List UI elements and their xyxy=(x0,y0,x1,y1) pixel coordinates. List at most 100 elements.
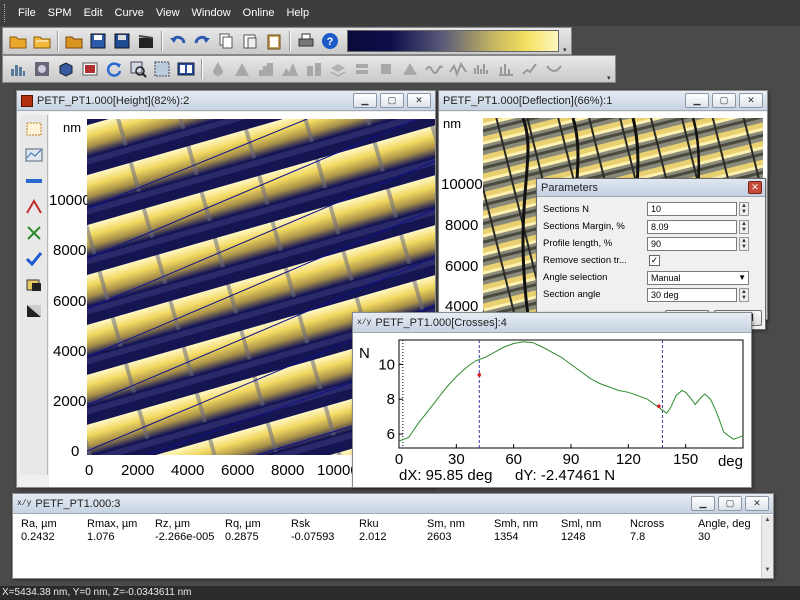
open-folder-icon[interactable] xyxy=(7,30,29,52)
check-icon[interactable] xyxy=(23,249,45,269)
parameters-title: Parameters xyxy=(541,181,598,194)
angle-selection-dropdown[interactable]: Manual ▼ xyxy=(647,271,749,285)
scroll-up-icon[interactable]: ▲ xyxy=(763,517,772,526)
redo-icon[interactable] xyxy=(191,30,213,52)
scroll-down-icon[interactable]: ▼ xyxy=(763,567,772,576)
curve-fit-icon xyxy=(543,58,565,80)
stats-window-icon: x/y xyxy=(17,499,32,508)
minimize-button[interactable]: ▁ xyxy=(691,496,715,511)
stats-titlebar[interactable]: x/y PETF_PT1.000:3 ▁ ▢ ✕ xyxy=(13,494,773,514)
stat-value: 1248 xyxy=(561,531,586,543)
layers-icon xyxy=(327,58,349,80)
y-tick-label: 6 xyxy=(387,426,395,443)
image-icon[interactable] xyxy=(79,58,101,80)
folder-icon[interactable] xyxy=(63,30,85,52)
section-angle-spinner[interactable]: ▲ ▼ xyxy=(739,288,749,302)
parameters-titlebar[interactable]: Parameters ✕ xyxy=(537,179,765,197)
menu-window[interactable]: Window xyxy=(186,0,237,26)
toolbar-overflow-icon[interactable]: ▾ xyxy=(563,46,569,54)
maximize-button[interactable]: ▢ xyxy=(380,93,404,108)
filter-icon[interactable] xyxy=(31,58,53,80)
minimize-button[interactable]: ▁ xyxy=(685,93,709,108)
stats-scrollbar[interactable]: ▲ ▼ xyxy=(761,515,773,578)
param-label: Section angle xyxy=(543,289,601,300)
maximize-button[interactable]: ▢ xyxy=(718,496,742,511)
paste-icon[interactable] xyxy=(239,30,261,52)
peak-icon xyxy=(231,58,253,80)
cursor-markers xyxy=(477,373,661,408)
height-x-tick: 8000 xyxy=(271,462,305,479)
print-icon[interactable] xyxy=(295,30,317,52)
menu-spm[interactable]: SPM xyxy=(42,0,78,26)
height-y-tick: 10000 xyxy=(49,192,91,209)
deflection-title: PETF_PT1.000[Deflection](66%):1 xyxy=(443,94,613,107)
cube-icon[interactable] xyxy=(55,58,77,80)
menu-online[interactable]: Online xyxy=(237,0,281,26)
image-tool-palette xyxy=(20,115,48,475)
statistics-window: x/y PETF_PT1.000:3 ▁ ▢ ✕ Ra, µm 0.2432 Rma… xyxy=(12,493,774,579)
deflection-titlebar[interactable]: PETF_PT1.000[Deflection](66%):1 ▁ ▢ ✕ xyxy=(439,91,767,111)
save-icon[interactable] xyxy=(87,30,109,52)
deflection-y-tick: 8000 xyxy=(445,217,479,234)
param-label: Profile length, % xyxy=(543,238,613,249)
profile-length-spinner[interactable]: ▲ ▼ xyxy=(739,237,749,251)
stat-column-header: Sm, nm xyxy=(427,518,465,530)
menu-file[interactable]: File xyxy=(12,0,42,26)
pyramid-icon xyxy=(399,58,421,80)
close-button[interactable]: ✕ xyxy=(748,181,762,194)
menu-edit[interactable]: Edit xyxy=(78,0,109,26)
contrast-icon[interactable] xyxy=(23,301,45,321)
sections-margin-spinner[interactable]: ▲ ▼ xyxy=(739,220,749,234)
undo-icon[interactable] xyxy=(167,30,189,52)
copy-icon[interactable] xyxy=(215,30,237,52)
menu-view[interactable]: View xyxy=(150,0,186,26)
zoom-image-icon[interactable] xyxy=(127,58,149,80)
remove-trend-checkbox[interactable]: ✓ xyxy=(649,255,660,266)
profile-length-input[interactable]: 90 xyxy=(647,237,737,251)
spectrum-icon xyxy=(471,58,493,80)
toolbar-separator xyxy=(289,31,291,51)
profile-icon[interactable] xyxy=(23,145,45,165)
crosses-title: PETF_PT1.000[Crosses]:4 xyxy=(375,316,507,329)
y-tick-label: 8 xyxy=(387,391,395,408)
sections-margin-input[interactable]: 8.09 xyxy=(647,220,737,234)
angle-icon[interactable] xyxy=(23,197,45,217)
crosses-titlebar[interactable]: x/y PETF_PT1.000[Crosses]:4 xyxy=(353,313,751,333)
stat-column-header: Smh, nm xyxy=(494,518,539,530)
height-y-unit: nm xyxy=(63,120,82,135)
help-icon[interactable]: ? xyxy=(319,30,341,52)
height-titlebar[interactable]: PETF_PT1.000[Height](82%):2 ▁ ▢ ✕ xyxy=(17,91,435,111)
mask-icon[interactable] xyxy=(23,275,45,295)
histogram-icon[interactable] xyxy=(7,58,29,80)
save-all-icon[interactable] xyxy=(111,30,133,52)
crosses-chart[interactable]: N deg 0 30 60 90 120 150 6 8 10 dX: 95.85 deg d… xyxy=(353,334,751,487)
open-recent-icon[interactable] xyxy=(31,30,53,52)
menu-help[interactable]: Help xyxy=(280,0,315,26)
menu-curve[interactable]: Curve xyxy=(109,0,150,26)
multi-profile-icon[interactable] xyxy=(23,223,45,243)
clapper-icon[interactable] xyxy=(135,30,157,52)
maximize-button[interactable]: ▢ xyxy=(712,93,736,108)
close-button[interactable]: ✕ xyxy=(739,93,763,108)
sections-n-spinner[interactable]: ▲ ▼ xyxy=(739,202,749,216)
height-y-tick: 6000 xyxy=(53,293,87,310)
minimize-button[interactable]: ▁ xyxy=(353,93,377,108)
grid-select-icon[interactable] xyxy=(151,58,173,80)
rectangle-select-icon[interactable] xyxy=(23,119,45,139)
clipboard-icon[interactable] xyxy=(263,30,285,52)
sections-n-input[interactable]: 10 xyxy=(647,202,737,216)
stat-column-header: Ncross xyxy=(630,518,665,530)
section-angle-input[interactable]: 30 deg xyxy=(647,288,737,302)
refresh-icon[interactable] xyxy=(103,58,125,80)
close-button[interactable]: ✕ xyxy=(407,93,431,108)
angle-selection-value: Manual xyxy=(651,273,681,283)
x-tick-label: 60 xyxy=(505,451,522,468)
palette-colorbar[interactable] xyxy=(347,30,559,52)
close-button[interactable]: ✕ xyxy=(745,496,769,511)
wave-peak-icon xyxy=(447,58,469,80)
toolbar-overflow-icon[interactable]: ▾ xyxy=(607,74,613,82)
stats-title: PETF_PT1.000:3 xyxy=(35,497,121,510)
menu-grip[interactable] xyxy=(4,4,8,22)
image-info-icon[interactable] xyxy=(175,58,197,80)
line-icon[interactable] xyxy=(23,171,45,191)
